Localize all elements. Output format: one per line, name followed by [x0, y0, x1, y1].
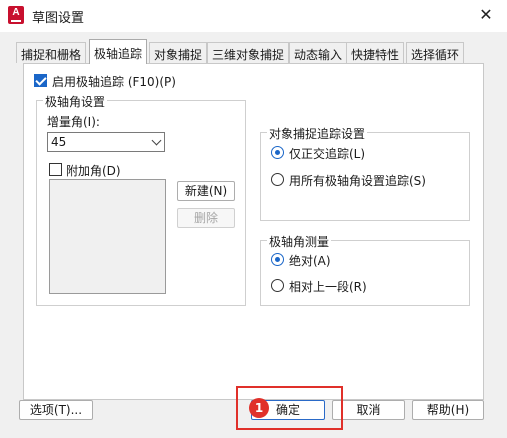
tab-object-snap[interactable]: 对象捕捉	[149, 42, 208, 63]
tab-3d-object-snap[interactable]: 三维对象捕捉	[207, 42, 290, 63]
orthogonal-only-label: 仅正交追踪(L)	[289, 147, 366, 161]
polar-angle-group-title: 极轴角设置	[43, 93, 108, 110]
window-title: 草图设置	[32, 11, 85, 26]
options-button[interactable]: 选项(T)...	[19, 400, 93, 420]
tab-selection-cycling[interactable]: 选择循环	[406, 42, 465, 63]
all-polar-angles-label: 用所有极轴角设置追踪(S)	[289, 174, 426, 188]
absolute-label: 绝对(A)	[289, 254, 331, 268]
increment-angle-label: 增量角(I):	[47, 115, 100, 129]
delete-angle-button: 删除	[177, 208, 235, 228]
snap-tracking-group-title: 对象捕捉追踪设置	[267, 125, 368, 142]
enable-polar-label: 启用极轴追踪 (F10)(P)	[52, 75, 176, 89]
tab-dynamic-input[interactable]: 动态输入	[289, 42, 348, 63]
increment-angle-value: 45	[51, 135, 67, 149]
increment-angle-dropdown[interactable]: 45	[47, 132, 165, 152]
all-polar-angles-radio[interactable]	[271, 173, 284, 186]
angle-measurement-group: 极轴角测量 绝对(A) 相对上一段(R)	[260, 233, 470, 306]
autocad-icon: A	[8, 6, 24, 24]
title-bar: A 草图设置 ✕	[0, 0, 507, 32]
orthogonal-only-radio[interactable]	[271, 146, 284, 159]
snap-tracking-group: 对象捕捉追踪设置 仅正交追踪(L) 用所有极轴角设置追踪(S)	[260, 125, 470, 221]
dialog-body: 捕捉和栅格 极轴追踪 对象捕捉 三维对象捕捉 动态输入 快捷特性 选择循环 启用…	[0, 32, 507, 438]
additional-angles-label: 附加角(D)	[66, 164, 121, 178]
tab-quick-properties[interactable]: 快捷特性	[346, 42, 405, 63]
chevron-down-icon	[151, 135, 162, 146]
help-button[interactable]: 帮助(H)	[412, 400, 484, 420]
step-badge: 1	[249, 398, 269, 418]
polar-angle-group: 极轴角设置 增量角(I): 45 附加角(D) 新建(N) 删除	[36, 93, 246, 306]
app-icon-letter: A	[12, 7, 20, 18]
close-icon[interactable]: ✕	[473, 4, 499, 26]
additional-angles-checkbox[interactable]	[49, 163, 62, 176]
enable-polar-checkbox[interactable]	[34, 74, 47, 87]
new-angle-button[interactable]: 新建(N)	[177, 181, 235, 201]
additional-angles-list[interactable]	[49, 179, 166, 294]
polar-tracking-panel: 启用极轴追踪 (F10)(P) 极轴角设置 增量角(I): 45 附加角(D) …	[23, 63, 484, 400]
absolute-radio[interactable]	[271, 253, 284, 266]
angle-measurement-group-title: 极轴角测量	[267, 233, 332, 250]
relative-last-segment-radio[interactable]	[271, 279, 284, 292]
relative-last-segment-label: 相对上一段(R)	[289, 280, 367, 294]
tab-polar-tracking[interactable]: 极轴追踪	[89, 39, 148, 64]
tab-snap-grid[interactable]: 捕捉和栅格	[16, 42, 87, 63]
